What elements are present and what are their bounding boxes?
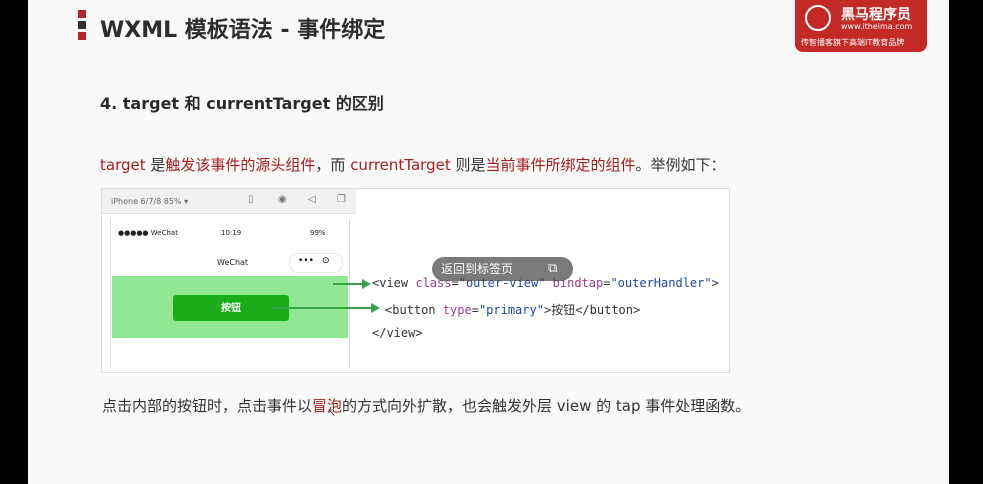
brand-logo: 黑马程序员 www.itheima.com 传智播客旗下高端IT教育品牌: [795, 0, 927, 52]
volume-icon[interactable]: ◁: [308, 195, 318, 205]
code-token: <button: [385, 303, 443, 317]
desc-seg: target: [100, 156, 146, 174]
slide-title: WXML 模板语法 - 事件绑定: [100, 18, 386, 43]
nav-title: WeChat: [217, 258, 249, 267]
status-time: 10:19: [221, 229, 242, 237]
toast-label: 返回到标签页: [441, 262, 514, 276]
section-subtitle: 4. target 和 currentTarget 的区别: [100, 94, 384, 113]
arrow-outer: [333, 279, 371, 289]
desc-seg: currentTarget: [350, 156, 451, 174]
code-line-3: </view>: [372, 326, 423, 340]
mouse-cursor-icon: ↖: [327, 406, 337, 419]
horse-logo-icon: [805, 5, 831, 31]
phone-icon[interactable]: ▯: [248, 195, 258, 205]
logo-name: 黑马程序员: [841, 7, 911, 23]
footer-text: 的方式向外扩散，也会触发外层 view 的 tap 事件处理函数。: [342, 397, 751, 415]
desc-seg: 当前事件所绑定的组件: [485, 156, 636, 174]
code-line-2: <button type="primary">按钮</button>: [385, 301, 640, 318]
more-icon[interactable]: •••: [298, 256, 314, 266]
simulator-toolbar: iPhone 6/7/8 85% ▾ ▯ ◉ ◁ ❐: [102, 189, 356, 214]
status-carrier: ●●●●● WeChat: [118, 229, 178, 237]
target-icon[interactable]: ⊙: [322, 256, 330, 266]
back-to-tab-toast[interactable]: 返回到标签页 ⧉: [432, 257, 573, 281]
status-battery: 99%: [310, 229, 326, 237]
windows-icon[interactable]: ❐: [337, 195, 347, 205]
code-token: >按钮</button>: [543, 303, 641, 317]
description-line: target 是触发该事件的源头组件，而 currentTarget 则是当前事…: [100, 154, 726, 175]
logo-url: www.itheima.com: [841, 22, 913, 31]
code-token: >: [711, 276, 719, 290]
code-token: "primary": [478, 303, 544, 317]
record-icon[interactable]: ◉: [278, 195, 288, 205]
code-token: "outerHandler": [610, 276, 712, 290]
external-link-icon[interactable]: ⧉: [548, 257, 557, 281]
code-token: <view: [372, 276, 416, 290]
footer-explanation: 点击内部的按钮时，点击事件以冒泡的方式向外扩散，也会触发外层 view 的 ta…: [102, 395, 750, 416]
title-marker: [78, 10, 86, 43]
device-select[interactable]: iPhone 6/7/8 85% ▾: [111, 197, 188, 206]
code-token: </view>: [372, 326, 423, 340]
footer-text: 点击内部的按钮时，点击事件以: [102, 397, 313, 415]
phone-frame: ●●●●● WeChat 10:19 99% WeChat ••• ⊙ 按钮: [110, 219, 350, 367]
desc-seg: 是: [145, 156, 166, 174]
desc-seg: ，而: [315, 156, 351, 174]
desc-seg: 触发该事件的源头组件: [165, 156, 316, 174]
code-token: type: [442, 303, 472, 317]
desc-seg: 则是: [450, 156, 486, 174]
capsule-menu[interactable]: ••• ⊙: [289, 253, 343, 273]
code-token: =: [471, 303, 479, 317]
arrow-button: [272, 303, 380, 313]
logo-tagline: 传智播客旗下高端IT教育品牌: [801, 38, 905, 47]
desc-seg: 。举例如下：: [635, 156, 726, 174]
